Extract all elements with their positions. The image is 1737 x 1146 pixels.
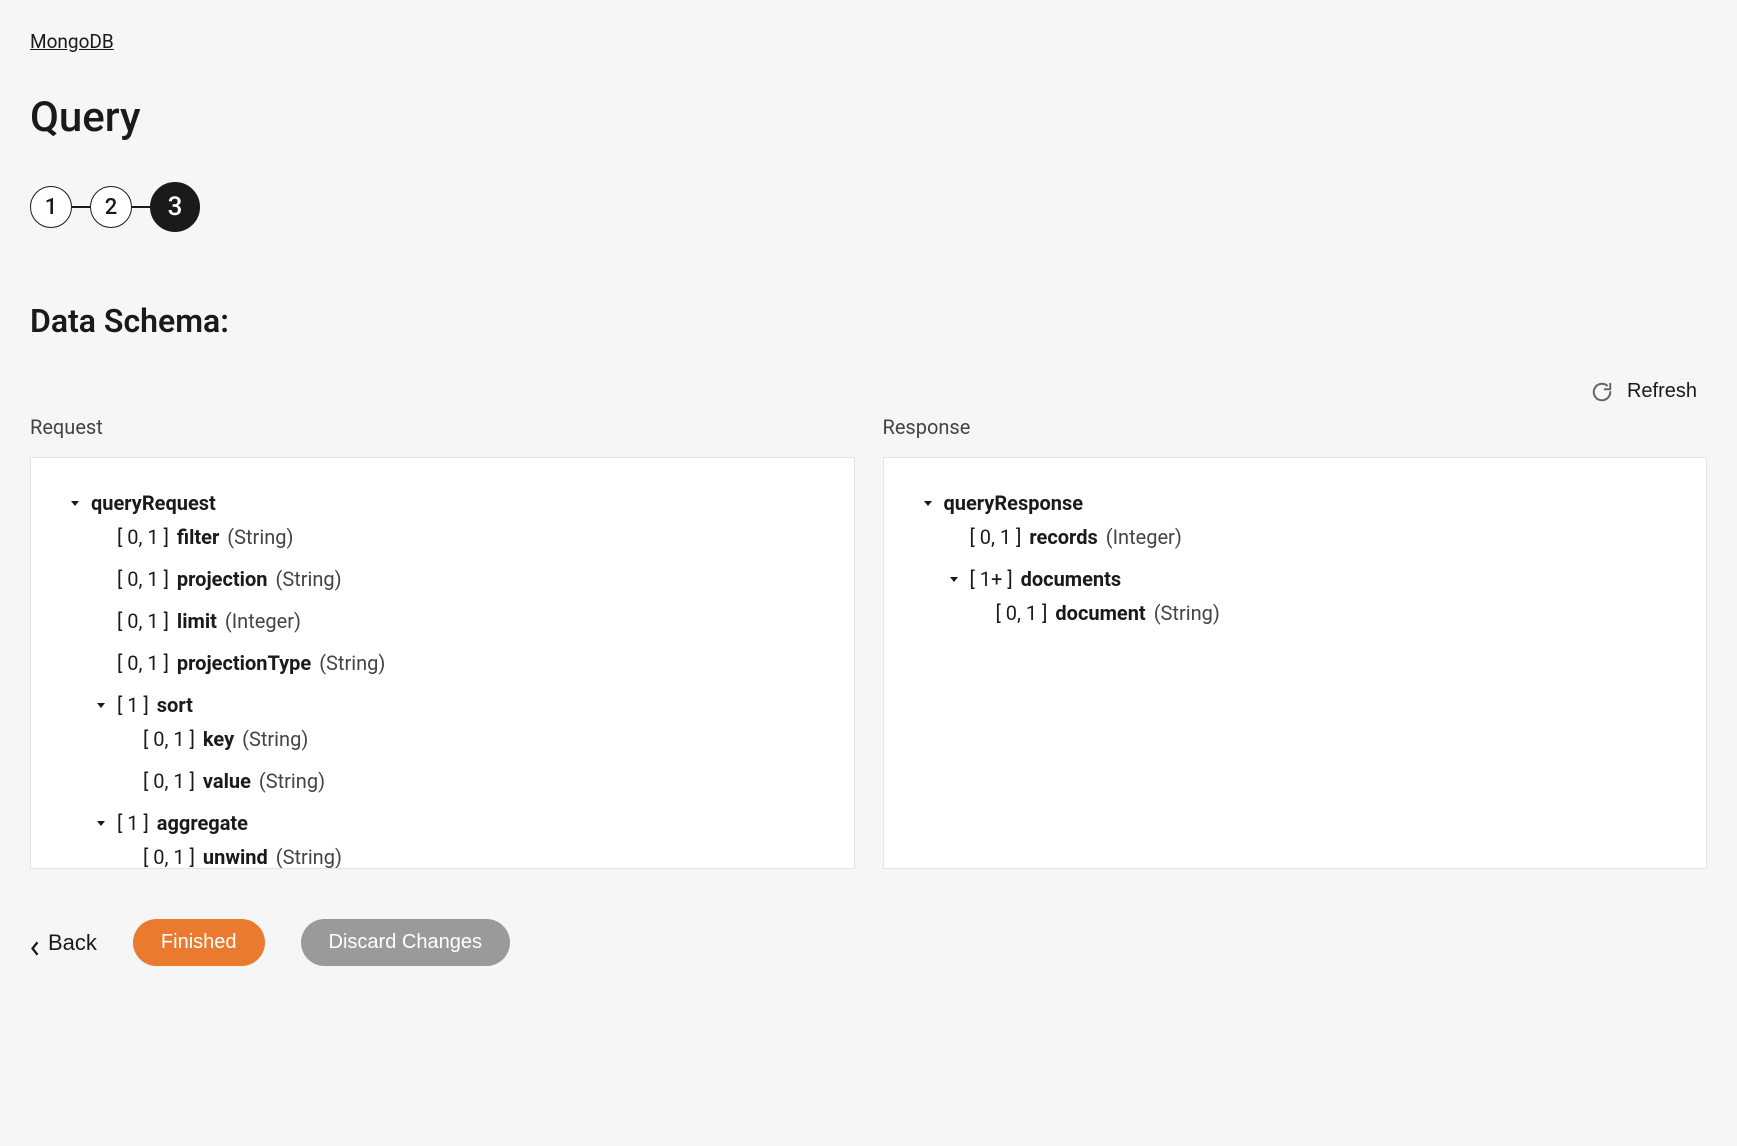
cardinality: [ 0, 1 ] [143,722,195,756]
section-title: Data Schema: [30,302,1707,340]
tree-row[interactable]: [ 1+ ] documents [946,562,1671,596]
tree-node: queryRequest[ 0, 1 ] filter (String)[ 0,… [67,486,818,869]
field-name: key [203,722,234,756]
chevron-down-icon[interactable] [67,495,83,511]
tree-row[interactable]: [ 0, 1 ] unwind (String) [119,840,818,869]
tree-row[interactable]: queryRequest [67,486,818,520]
field-name: filter [177,520,219,554]
field-name: unwind [203,840,268,869]
cardinality: [ 0, 1 ] [117,646,169,680]
tree-row[interactable]: [ 0, 1 ] projection (String) [93,562,818,596]
tree-node: [ 0, 1 ] projection (String) [93,562,818,596]
field-type: (String) [1154,596,1220,630]
request-panel-label: Request [30,415,855,439]
field-name: projection [177,562,268,596]
field-name: limit [177,604,217,638]
field-type: (String) [227,520,293,554]
field-name: records [1029,520,1097,554]
cardinality: [ 1 ] [117,806,149,840]
response-panel: queryResponse[ 0, 1 ] records (Integer)[… [883,457,1708,869]
tree-node: [ 1+ ] documents[ 0, 1 ] document (Strin… [946,562,1671,630]
field-name: documents [1021,562,1122,596]
field-type: (String) [275,562,341,596]
tree-node: [ 0, 1 ] limit (Integer) [93,604,818,638]
tree-row[interactable]: [ 0, 1 ] records (Integer) [946,520,1671,554]
discard-button[interactable]: Discard Changes [301,919,510,966]
cardinality: [ 0, 1 ] [143,764,195,798]
field-type: (Integer) [225,604,301,638]
tree-row[interactable]: [ 0, 1 ] value (String) [119,764,818,798]
tree-row[interactable]: [ 0, 1 ] filter (String) [93,520,818,554]
cardinality: [ 0, 1 ] [117,604,169,638]
request-panel: queryRequest[ 0, 1 ] filter (String)[ 0,… [30,457,855,869]
refresh-button[interactable]: Refresh [1591,380,1697,403]
field-type: (String) [276,840,342,869]
cardinality: [ 0, 1 ] [970,520,1022,554]
field-name: document [1055,596,1145,630]
field-type: (String) [319,646,385,680]
tree-node: [ 1 ] aggregate[ 0, 1 ] unwind (String)[… [93,806,818,869]
step-connector [132,206,150,208]
cardinality: [ 0, 1 ] [117,562,169,596]
field-name: sort [157,688,193,722]
cardinality: [ 1 ] [117,688,149,722]
tree-node: [ 0, 1 ] key (String) [119,722,818,756]
tree-node: [ 0, 1 ] projectionType (String) [93,646,818,680]
cardinality: [ 0, 1 ] [996,596,1048,630]
tree-node: [ 1 ] sort[ 0, 1 ] key (String)[ 0, 1 ] … [93,688,818,798]
chevron-down-icon[interactable] [93,697,109,713]
field-type: (String) [259,764,325,798]
step-3[interactable]: 3 [150,182,200,232]
chevron-down-icon[interactable] [946,571,962,587]
tree-row[interactable]: [ 0, 1 ] document (String) [972,596,1671,630]
chevron-left-icon [30,936,40,950]
tree-row[interactable]: [ 1 ] sort [93,688,818,722]
field-name: queryRequest [91,486,216,520]
tree-row[interactable]: [ 0, 1 ] projectionType (String) [93,646,818,680]
chevron-down-icon[interactable] [93,815,109,831]
step-connector [72,206,90,208]
tree-row[interactable]: [ 0, 1 ] limit (Integer) [93,604,818,638]
refresh-label: Refresh [1627,380,1697,403]
field-name: projectionType [177,646,311,680]
finished-button[interactable]: Finished [133,919,265,966]
tree-node: queryResponse[ 0, 1 ] records (Integer)[… [920,486,1671,630]
tree-node: [ 0, 1 ] filter (String) [93,520,818,554]
field-type: (String) [242,722,308,756]
chevron-down-icon[interactable] [920,495,936,511]
field-name: aggregate [157,806,248,840]
cardinality: [ 0, 1 ] [117,520,169,554]
tree-row[interactable]: [ 1 ] aggregate [93,806,818,840]
refresh-icon [1591,381,1613,403]
tree-node: [ 0, 1 ] value (String) [119,764,818,798]
tree-row[interactable]: queryResponse [920,486,1671,520]
tree-row[interactable]: [ 0, 1 ] key (String) [119,722,818,756]
tree-node: [ 0, 1 ] document (String) [972,596,1671,630]
page-title: Query [30,93,1707,142]
field-name: value [203,764,251,798]
step-2[interactable]: 2 [90,186,132,228]
cardinality: [ 0, 1 ] [143,840,195,869]
stepper: 1 2 3 [30,182,1707,232]
field-name: queryResponse [944,486,1084,520]
response-panel-label: Response [883,415,1708,439]
step-1[interactable]: 1 [30,186,72,228]
field-type: (Integer) [1106,520,1182,554]
tree-node: [ 0, 1 ] records (Integer) [946,520,1671,554]
cardinality: [ 1+ ] [970,562,1013,596]
back-button[interactable]: Back [30,930,97,956]
back-label: Back [48,930,97,956]
tree-node: [ 0, 1 ] unwind (String) [119,840,818,869]
breadcrumb-link[interactable]: MongoDB [30,30,114,53]
